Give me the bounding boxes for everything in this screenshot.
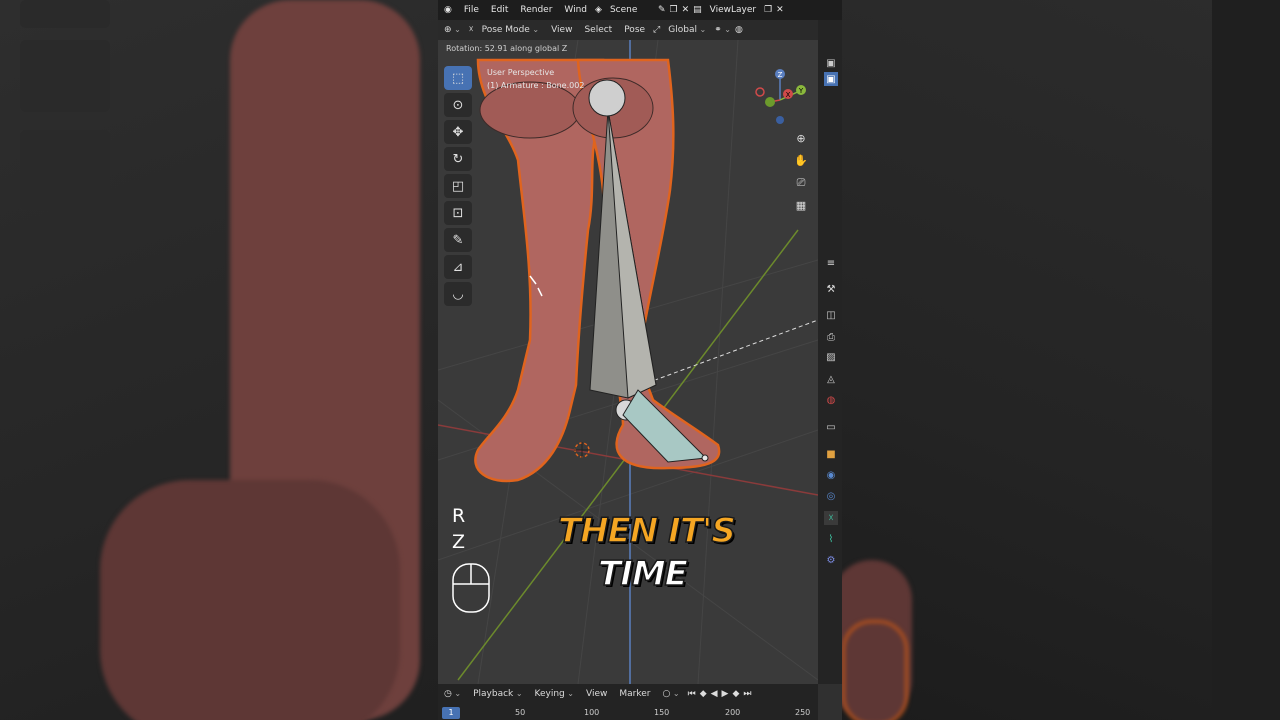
collection-props-icon[interactable]: ▭ (824, 420, 838, 434)
perspective-grid-icon[interactable]: ▦ (792, 196, 810, 214)
key-hint-z: Z (452, 531, 466, 553)
timeline-header: ◷ Playback Keying View Marker ○ ⏮ ◆ ◀ ▶ … (438, 684, 818, 704)
constraints-props-icon[interactable]: ◎ (824, 489, 838, 503)
frame-label-50: 50 (515, 708, 526, 717)
blurred-curve-tool (20, 130, 110, 210)
blender-logo-icon[interactable]: ◉ (438, 5, 458, 15)
move-tool-icon[interactable]: ✥ (444, 120, 472, 144)
svg-text:Z: Z (778, 71, 783, 79)
camera-view-icon[interactable]: ⎚ (792, 174, 810, 192)
rotate-tool-icon[interactable]: ↻ (444, 147, 472, 171)
view-layer-name[interactable]: ViewLayer (704, 5, 762, 15)
auto-key-icon[interactable]: ○ (656, 689, 685, 699)
transform-orientation-icon: ⤢ (653, 25, 661, 35)
playback-menu[interactable]: Playback (467, 689, 528, 699)
next-key-icon[interactable]: ◆ (730, 689, 741, 699)
jump-start-icon[interactable]: ⏮ (686, 689, 698, 699)
blurred-tool (20, 0, 110, 28)
frame-ruler[interactable]: 1 50 100 150 200 250 (438, 706, 818, 720)
menu-view[interactable]: View (545, 25, 578, 35)
annotate-tool-icon[interactable]: ✎ (444, 228, 472, 252)
frame-label-150: 150 (654, 708, 670, 717)
marker-menu[interactable]: Marker (613, 689, 656, 699)
render-props-icon[interactable]: ◫ (824, 308, 838, 322)
select-box-tool-icon[interactable]: ⬚ (444, 66, 472, 90)
play-icon[interactable]: ▶ (720, 689, 731, 699)
outliner-camera-icon[interactable]: ▣ (824, 56, 838, 70)
scene-icon: ◈ (595, 5, 602, 15)
menu-render[interactable]: Render (514, 5, 558, 15)
svg-text:Y: Y (798, 87, 804, 95)
zoom-icon[interactable]: ⊕ (792, 129, 810, 147)
mouse-icon (452, 563, 490, 613)
close-layer-icon[interactable]: ✕ (774, 5, 786, 15)
editor-toggle-icon[interactable]: ≡ (824, 256, 838, 270)
play-reverse-icon[interactable]: ◀ (709, 689, 720, 699)
armature-props-icon[interactable]: ☓ (824, 511, 838, 525)
measure-tool-icon[interactable]: ⊿ (444, 255, 472, 279)
caption-line-1: THEN IT'S (557, 510, 736, 552)
frame-label-200: 200 (725, 708, 741, 717)
blender-window: ◉ File Edit Render Wind ◈ Scene ✎ ❐ ✕ ▤ … (438, 0, 842, 720)
world-props-icon[interactable]: ◍ (824, 393, 838, 407)
new-scene-icon[interactable]: ❐ (668, 5, 680, 15)
transform-tool-icon[interactable]: ⊡ (444, 201, 472, 225)
frame-label-250: 250 (795, 708, 811, 717)
transform-status: Rotation: 52.91 along global Z (446, 44, 568, 53)
perspective-label: User Perspective (487, 68, 555, 77)
tool-shelf: ⬚ ⊙ ✥ ↻ ◰ ⊡ ✎ ⊿ ◡ (444, 66, 474, 309)
timeline-view-menu[interactable]: View (580, 689, 613, 699)
pan-hand-icon[interactable]: ✋ (792, 151, 810, 169)
mode-select[interactable]: Pose Mode (476, 25, 545, 35)
menu-edit[interactable]: Edit (485, 5, 514, 15)
bone-constraints-icon[interactable]: ⚙ (824, 553, 838, 567)
view-layer-props-icon[interactable]: ▨ (824, 350, 838, 364)
svg-text:X: X (786, 91, 791, 99)
background-left-blur (0, 0, 438, 720)
navigation-gizmo[interactable]: Z Y X (750, 66, 810, 126)
scene-props-icon[interactable]: ◬ (824, 372, 838, 386)
output-props-icon[interactable]: ⎙ (824, 330, 838, 344)
orientation-select[interactable]: Global (662, 25, 712, 35)
viewport-info: User Perspective (1) Armature : Bone.002 (487, 66, 584, 92)
menu-select[interactable]: Select (578, 25, 618, 35)
scene-name[interactable]: Scene (604, 5, 656, 15)
view-layer-icon: ▤ (693, 5, 702, 15)
scale-tool-icon[interactable]: ◰ (444, 174, 472, 198)
pose-mode-icon: ☓ (468, 25, 474, 35)
tool-props-icon[interactable]: ⚒ (824, 282, 838, 296)
jump-end-icon[interactable]: ⏭ (741, 689, 753, 699)
menu-file[interactable]: File (458, 5, 485, 15)
object-props-icon[interactable]: ■ (824, 447, 838, 461)
bone-head-joint (588, 79, 626, 117)
active-object-label: (1) Armature : Bone.002 (487, 81, 585, 90)
keying-menu[interactable]: Keying (529, 689, 580, 699)
curve-tool-icon[interactable]: ◡ (444, 282, 472, 306)
viewport-header: ⊕ ☓ Pose Mode View Select Pose ⤢ Global … (438, 20, 818, 40)
prev-key-icon[interactable]: ◆ (698, 689, 709, 699)
physics-props-icon[interactable]: ◉ (824, 468, 838, 482)
caption-line-2: TIME (597, 553, 688, 595)
pin-icon[interactable]: ✎ (656, 5, 668, 15)
current-frame-indicator[interactable]: 1 (442, 707, 460, 719)
new-layer-icon[interactable]: ❐ (762, 5, 774, 15)
pivot-icon[interactable]: ⚭ (712, 25, 733, 35)
menu-pose[interactable]: Pose (618, 25, 651, 35)
top-menu-bar: ◉ File Edit Render Wind ◈ Scene ✎ ❐ ✕ ▤ … (438, 0, 842, 20)
cursor-tool-icon[interactable]: ⊙ (444, 93, 472, 117)
foot-bone-tip (701, 454, 709, 462)
editor-type-icon[interactable]: ⊕ (438, 25, 467, 35)
bone-props-icon[interactable]: ⌇ (824, 532, 838, 546)
timeline-editor-icon[interactable]: ◷ (438, 689, 467, 699)
outliner-render-icon[interactable]: ▣ (824, 72, 838, 86)
menu-window[interactable]: Wind (558, 5, 593, 15)
key-hint-r: R (452, 505, 466, 527)
close-icon[interactable]: ✕ (680, 5, 692, 15)
blurred-measure-tool (20, 40, 110, 112)
timeline-editor: ◷ Playback Keying View Marker ○ ⏮ ◆ ◀ ▶ … (438, 684, 818, 720)
frame-label-100: 100 (584, 708, 600, 717)
background-right-blur (842, 0, 1280, 720)
snap-icon[interactable]: ◍ (733, 25, 745, 35)
